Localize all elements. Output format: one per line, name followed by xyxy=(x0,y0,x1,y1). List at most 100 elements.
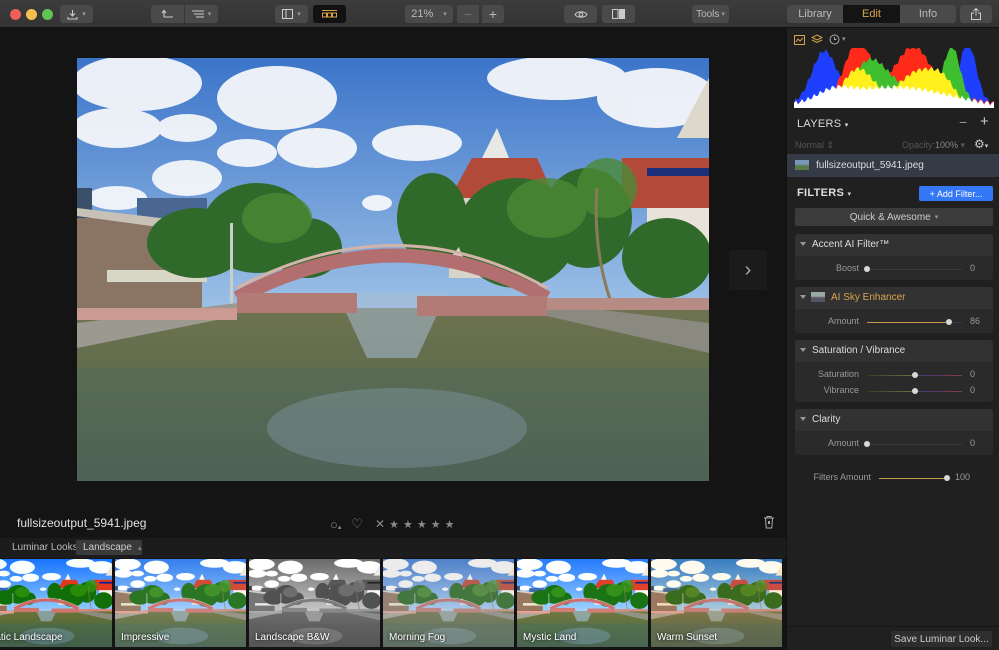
save-luminar-look-button[interactable]: Save Luminar Look... xyxy=(891,631,992,647)
chevron-down-icon: ▾ xyxy=(82,11,86,18)
look-name: Warm Sunset xyxy=(657,632,718,643)
tab-library[interactable]: Library xyxy=(787,5,843,23)
slider-value: 0 xyxy=(970,369,976,379)
remove-layer-button[interactable]: − xyxy=(959,114,967,130)
slider-track[interactable] xyxy=(867,372,962,378)
filmstrip-toggle-button[interactable] xyxy=(313,5,346,23)
slider-label: Amount xyxy=(827,438,859,448)
close-window-button[interactable] xyxy=(10,9,21,20)
slider-track[interactable] xyxy=(867,319,962,325)
filter-header[interactable]: Accent AI Filter™ xyxy=(795,234,993,256)
history-icon[interactable] xyxy=(829,34,840,45)
chevron-down-icon: ▾ xyxy=(847,191,852,198)
image-canvas[interactable]: › xyxy=(0,28,786,508)
trash-icon[interactable] xyxy=(763,515,775,529)
filter-header[interactable]: AI Sky Enhancer xyxy=(795,287,993,309)
star-5[interactable]: ★ xyxy=(445,518,455,531)
compare-button[interactable] xyxy=(602,5,635,23)
divider xyxy=(787,626,999,627)
minimize-window-button[interactable] xyxy=(26,9,37,20)
slider-track[interactable] xyxy=(864,266,962,272)
layer-name: fullsizeoutput_5941.jpeg xyxy=(816,160,924,171)
filter-ai-sky-enhancer: AI Sky Enhancer Amount 86 xyxy=(795,287,993,333)
slider-handle[interactable] xyxy=(911,372,918,378)
preview-button[interactable] xyxy=(564,5,597,23)
slider-handle[interactable] xyxy=(944,475,950,481)
look-thumbnail[interactable]: Mystic Land xyxy=(517,559,648,647)
layer-thumbnail xyxy=(795,160,809,170)
slider-track[interactable] xyxy=(864,441,962,447)
filmstrip-icon xyxy=(322,10,337,18)
look-thumbnail[interactable]: Morning Fog xyxy=(383,559,514,647)
opacity-label: Opacity: xyxy=(902,140,936,150)
star-1[interactable]: ★ xyxy=(389,518,399,531)
looks-category-select[interactable]: Landscape ▴ xyxy=(76,540,142,555)
filters-amount-slider[interactable]: Filters Amount 100 xyxy=(795,470,993,486)
filter-accent-ai: Accent AI Filter™ Boost 0 xyxy=(795,234,993,280)
sidebar-toggle-button[interactable]: ▾ xyxy=(275,5,308,23)
slider-handle[interactable] xyxy=(945,319,952,325)
slider-track[interactable] xyxy=(867,388,962,394)
boost-slider[interactable]: Boost 0 xyxy=(795,261,993,277)
star-2[interactable]: ★ xyxy=(403,518,413,531)
view-options-button[interactable]: ▾ xyxy=(185,5,218,23)
slider-track[interactable] xyxy=(879,475,950,481)
layers-header[interactable]: LAYERS ▾ xyxy=(797,118,849,130)
filter-title: Accent AI Filter™ xyxy=(812,239,890,250)
look-thumbnail[interactable]: Impressive xyxy=(115,559,246,647)
zoom-in-button[interactable]: + xyxy=(482,5,504,23)
look-thumbnail[interactable]: matic Landscape xyxy=(0,559,112,647)
look-name: Impressive xyxy=(121,632,170,643)
histogram-icon[interactable] xyxy=(794,35,805,45)
share-button[interactable] xyxy=(960,5,992,23)
look-thumbnail[interactable]: Warm Sunset xyxy=(651,559,782,647)
filters-header[interactable]: FILTERS ▾ xyxy=(797,187,851,199)
tab-info[interactable]: Info xyxy=(900,5,956,23)
filter-header[interactable]: Clarity xyxy=(795,409,993,431)
export-button[interactable]: ▾ xyxy=(60,5,93,23)
slider-value: 0 xyxy=(970,438,976,448)
rating-controls: ○▴ ♡ ✕ ★ ★ ★ ★ ★ xyxy=(330,516,454,532)
look-thumbnail[interactable]: Landscape B&W xyxy=(249,559,380,647)
zoom-out-button[interactable]: − xyxy=(457,5,479,23)
filter-title: AI Sky Enhancer xyxy=(831,292,906,303)
tab-edit[interactable]: Edit xyxy=(843,5,900,23)
reject-button[interactable]: ✕ xyxy=(375,517,385,531)
slider-label: Boost xyxy=(835,263,859,273)
tools-menu[interactable]: Tools ▾ xyxy=(692,5,729,23)
slider-handle[interactable] xyxy=(864,441,870,447)
star-4[interactable]: ★ xyxy=(431,518,441,531)
favorite-button[interactable]: ♡ xyxy=(351,516,363,532)
star-3[interactable]: ★ xyxy=(417,518,427,531)
layer-settings-gear-icon[interactable]: ⚙▾ xyxy=(974,137,988,151)
opacity-control[interactable]: Opacity:100% ▾ xyxy=(902,140,965,151)
slider-value: 100 xyxy=(955,472,971,482)
add-filter-button[interactable]: + Add Filter... xyxy=(919,186,993,201)
next-image-button[interactable]: › xyxy=(729,250,767,290)
saturation-slider[interactable]: Saturation 0 xyxy=(795,367,993,383)
maximize-window-button[interactable] xyxy=(42,9,53,20)
chevron-down-icon[interactable]: ▾ xyxy=(842,35,846,43)
slider-handle[interactable] xyxy=(911,388,918,394)
layers-icon[interactable] xyxy=(811,34,823,45)
filter-header[interactable]: Saturation / Vibrance xyxy=(795,340,993,362)
vibrance-slider[interactable]: Vibrance 0 xyxy=(795,383,993,399)
chevron-down-icon: ▾ xyxy=(934,214,939,221)
clarity-amount-slider[interactable]: Amount 0 xyxy=(795,436,993,452)
preset-select[interactable]: Quick & Awesome ▾ xyxy=(795,208,993,226)
layers-title: LAYERS xyxy=(797,118,842,130)
blend-mode-select[interactable]: Normal ⇕ xyxy=(795,140,834,151)
add-layer-button[interactable]: + xyxy=(980,113,989,130)
photo-preview xyxy=(77,58,709,481)
slider-handle[interactable] xyxy=(864,266,870,272)
zoom-select[interactable]: 21% ▾ xyxy=(405,5,453,23)
undo-button[interactable] xyxy=(151,5,184,23)
layer-row[interactable]: fullsizeoutput_5941.jpeg xyxy=(787,154,999,177)
eye-icon xyxy=(573,10,588,18)
chevron-down-icon: ▾ xyxy=(721,11,725,18)
color-label-button[interactable]: ○▴ xyxy=(330,517,341,532)
blend-mode-value: Normal xyxy=(795,140,825,150)
amount-slider[interactable]: Amount 86 xyxy=(795,314,993,330)
collapse-icon xyxy=(800,295,806,299)
opacity-value: 100% xyxy=(935,140,959,150)
